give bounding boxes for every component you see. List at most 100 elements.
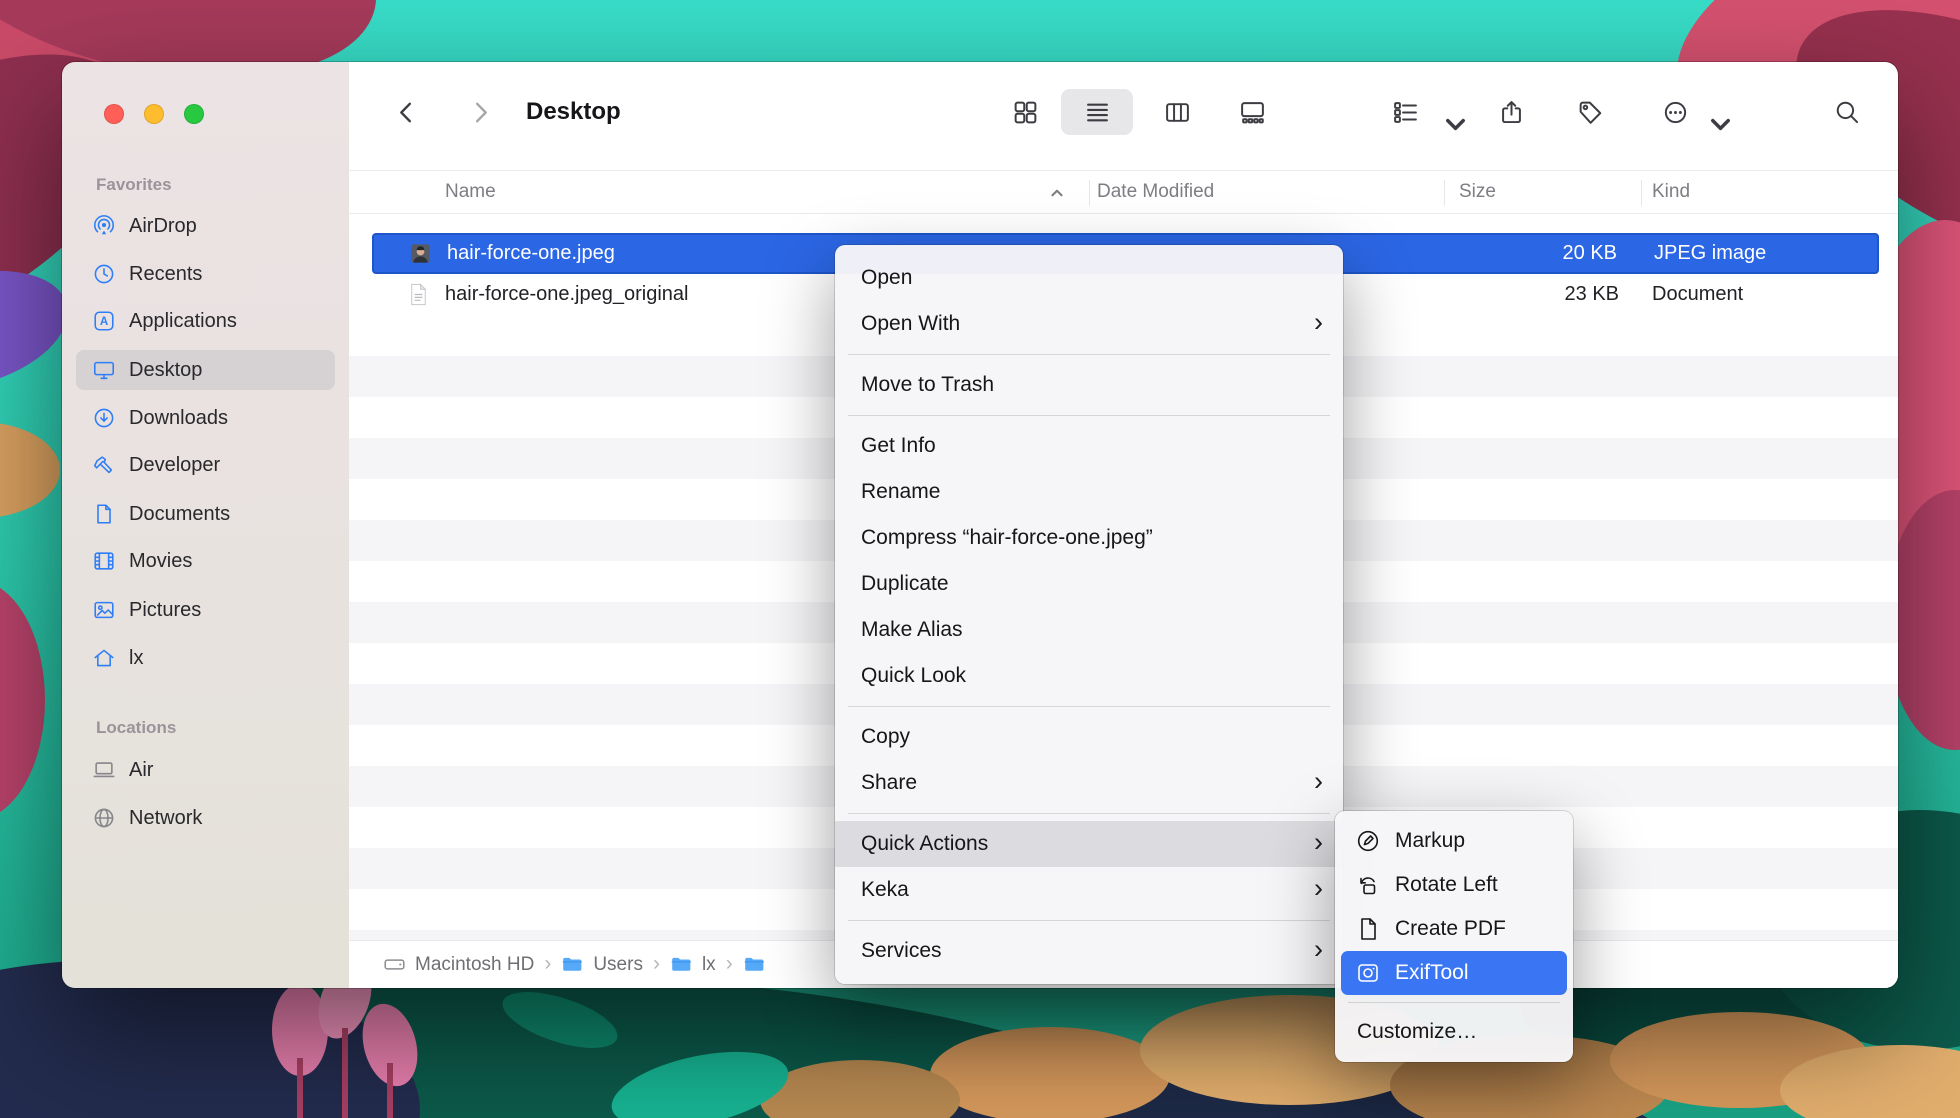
home-icon	[92, 646, 116, 670]
zoom-window-button[interactable]	[184, 104, 204, 124]
sidebar-item-applications[interactable]: A Applications	[76, 301, 335, 341]
submenu-item-exiftool[interactable]: ExifTool	[1341, 951, 1567, 995]
icon-view-button[interactable]	[1006, 93, 1044, 131]
more-options-button[interactable]	[1656, 93, 1694, 131]
submenu-item-label: Create PDF	[1395, 917, 1506, 941]
sidebar-item-developer[interactable]: Developer	[76, 445, 335, 485]
submenu-item-customize[interactable]: Customize…	[1335, 1010, 1573, 1054]
menu-item-copy[interactable]: Copy	[835, 714, 1343, 760]
folder-icon	[561, 953, 584, 976]
sidebar-item-airdrop[interactable]: AirDrop	[76, 206, 335, 246]
desktop-icon	[92, 358, 116, 382]
rotate-left-icon	[1355, 872, 1381, 898]
sidebar-item-downloads[interactable]: Downloads	[76, 398, 335, 438]
documents-icon	[92, 502, 116, 526]
column-header-kind[interactable]: Kind	[1652, 181, 1690, 203]
sidebar-item-label: Movies	[129, 550, 192, 573]
menu-item-label: Quick Look	[861, 664, 966, 688]
sidebar-item-movies[interactable]: Movies	[76, 541, 335, 581]
pathbar-chevron-icon: ›	[544, 953, 551, 974]
column-divider[interactable]	[1444, 180, 1445, 206]
close-window-button[interactable]	[104, 104, 124, 124]
forward-button[interactable]	[461, 93, 499, 131]
airdrop-icon	[92, 214, 116, 238]
pathbar-item-partial[interactable]	[743, 953, 766, 976]
submenu-item-markup[interactable]: Markup	[1335, 819, 1573, 863]
submenu-chevron-icon: ›	[1314, 829, 1323, 856]
pathbar-label: Users	[593, 954, 643, 976]
file-kind: JPEG image	[1654, 242, 1766, 265]
laptop-icon	[92, 758, 116, 782]
sidebar-item-label: Air	[129, 759, 153, 782]
sidebar-item-label: Pictures	[129, 599, 201, 622]
file-size: 20 KB	[1563, 242, 1617, 265]
pathbar-chevron-icon: ›	[726, 953, 733, 974]
column-view-button[interactable]	[1158, 93, 1196, 131]
menu-item-rename[interactable]: Rename	[835, 469, 1343, 515]
sort-ascending-icon[interactable]	[1049, 185, 1065, 201]
column-divider[interactable]	[1089, 180, 1090, 206]
chevron-right-icon	[467, 99, 494, 126]
share-button[interactable]	[1492, 93, 1530, 131]
menu-item-open[interactable]: Open	[835, 255, 1343, 301]
menu-separator	[835, 913, 1343, 928]
tag-icon	[1577, 99, 1604, 126]
sidebar-item-air[interactable]: Air	[76, 750, 335, 790]
search-button[interactable]	[1828, 93, 1866, 131]
pathbar-label: Macintosh HD	[415, 954, 534, 976]
tag-button[interactable]	[1571, 93, 1609, 131]
gallery-view-icon	[1239, 99, 1266, 126]
menu-item-get-info[interactable]: Get Info	[835, 423, 1343, 469]
menu-item-keka[interactable]: Keka›	[835, 867, 1343, 913]
sidebar-item-network[interactable]: Network	[76, 798, 335, 838]
menu-item-move-to-trash[interactable]: Move to Trash	[835, 362, 1343, 408]
desktop-screen: Favorites AirDrop Recents A Applications…	[0, 0, 1960, 1118]
applications-icon: A	[92, 309, 116, 333]
menu-separator	[835, 699, 1343, 714]
more-chevron-button[interactable]	[1701, 105, 1739, 143]
sidebar-item-desktop[interactable]: Desktop	[76, 350, 335, 390]
icon-view-icon	[1012, 99, 1039, 126]
column-header-size[interactable]: Size	[1459, 181, 1496, 203]
submenu-item-create-pdf[interactable]: Create PDF	[1335, 907, 1573, 951]
menu-separator	[835, 806, 1343, 821]
submenu-chevron-icon: ›	[1314, 875, 1323, 902]
menu-item-label: Copy	[861, 725, 910, 749]
menu-item-quick-actions[interactable]: Quick Actions›	[835, 821, 1343, 867]
back-button[interactable]	[387, 93, 425, 131]
file-name: hair-force-one.jpeg_original	[445, 283, 688, 306]
folder-icon	[670, 953, 693, 976]
group-chevron-button[interactable]	[1436, 105, 1474, 143]
globe-icon	[92, 806, 116, 830]
menu-item-open-with[interactable]: Open With›	[835, 301, 1343, 347]
sidebar-item-label: Documents	[129, 503, 230, 526]
clock-icon	[92, 262, 116, 286]
group-button[interactable]	[1386, 93, 1424, 131]
share-icon	[1498, 99, 1525, 126]
list-view-button[interactable]	[1078, 93, 1116, 131]
column-divider[interactable]	[1641, 180, 1642, 206]
menu-item-share[interactable]: Share›	[835, 760, 1343, 806]
pathbar-chevron-icon: ›	[653, 953, 660, 974]
sidebar-item-documents[interactable]: Documents	[76, 494, 335, 534]
minimize-window-button[interactable]	[144, 104, 164, 124]
menu-item-compress[interactable]: Compress “hair-force-one.jpeg”	[835, 515, 1343, 561]
menu-item-make-alias[interactable]: Make Alias	[835, 607, 1343, 653]
gallery-view-button[interactable]	[1233, 93, 1271, 131]
sidebar-item-pictures[interactable]: Pictures	[76, 590, 335, 630]
pathbar-item-users[interactable]: Users	[561, 953, 643, 976]
menu-item-label: Make Alias	[861, 618, 963, 642]
menu-item-services[interactable]: Services›	[835, 928, 1343, 974]
submenu-item-rotate-left[interactable]: Rotate Left	[1335, 863, 1573, 907]
sidebar-item-home-lx[interactable]: lx	[76, 638, 335, 678]
sidebar-item-recents[interactable]: Recents	[76, 254, 335, 294]
column-header-date-modified[interactable]: Date Modified	[1097, 181, 1214, 203]
column-header-name[interactable]: Name	[445, 181, 496, 203]
menu-item-quick-look[interactable]: Quick Look	[835, 653, 1343, 699]
pathbar-item-macintosh-hd[interactable]: Macintosh HD	[383, 953, 534, 976]
menu-item-duplicate[interactable]: Duplicate	[835, 561, 1343, 607]
pathbar-item-lx[interactable]: lx	[670, 953, 716, 976]
file-size: 23 KB	[1565, 283, 1619, 306]
menu-item-label: Rename	[861, 480, 940, 504]
sidebar-item-label: Desktop	[129, 359, 202, 382]
